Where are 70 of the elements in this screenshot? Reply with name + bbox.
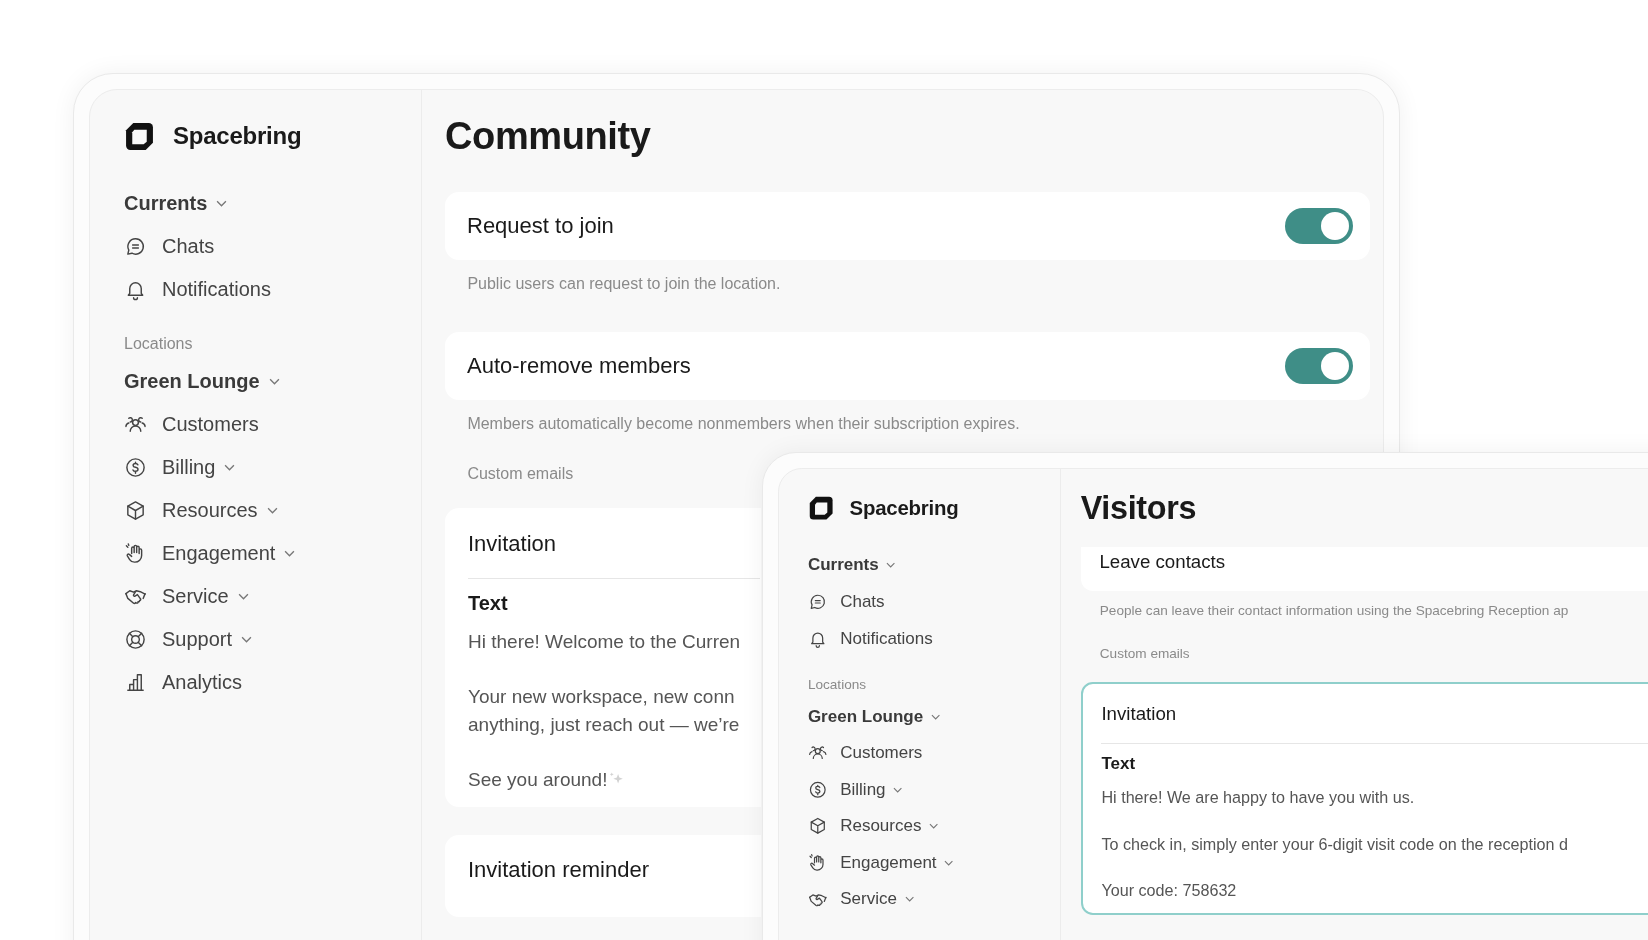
caret-icon (266, 506, 278, 514)
nav-item[interactable]: Chats (124, 225, 215, 268)
dropdown-button[interactable]: Green Lounge (124, 359, 280, 403)
section-label: Custom emails (1099, 644, 1191, 663)
section-label: Locations (124, 333, 194, 354)
setting-label: Leave contacts (1099, 550, 1226, 573)
chat-bubble-icon (124, 235, 147, 258)
section-label: Custom emails (467, 464, 575, 485)
nav-item[interactable]: Notifications (807, 620, 933, 657)
cube-icon (124, 498, 147, 522)
nav-item[interactable]: Customers (807, 734, 923, 772)
field-label: Text (1101, 754, 1136, 775)
caret-icon (929, 823, 939, 830)
email-card[interactable]: Invitation reminder (445, 834, 761, 917)
dollar-coin-icon (807, 779, 828, 800)
caret-icon (930, 713, 941, 720)
logo-icon (124, 120, 155, 152)
caret-icon (893, 786, 903, 793)
logo-icon (807, 494, 835, 522)
nav-item[interactable]: Billing (124, 445, 236, 489)
lifebuoy-icon (124, 627, 147, 651)
nav-item[interactable]: Service (807, 881, 914, 918)
email-text: See you around! (468, 768, 608, 793)
email-title: Invitation (468, 530, 557, 557)
nav-item[interactable]: Customers (124, 402, 259, 446)
setting-label: Auto-remove members (467, 353, 691, 379)
email-text: Hi there! Welcome to the Curren (468, 630, 741, 655)
email-text: Hi there! We are happy to have you with us. (1101, 786, 1415, 808)
caret-icon (886, 562, 896, 569)
section-label: Locations (807, 676, 868, 695)
toggle-switch[interactable] (1285, 208, 1353, 244)
page-title: Visitors (1080, 489, 1197, 527)
caret-icon (241, 635, 253, 643)
setting-description: People can leave their contact information using the Spacebring Reception ap (1099, 601, 1570, 620)
setting-description: Public users can request to join the location. (467, 274, 782, 294)
nav-item[interactable]: Resources (124, 488, 278, 532)
field-label: Text (468, 591, 508, 615)
email-text: To check in, simply enter your 6-digit visit code on the reception d (1101, 833, 1568, 855)
nav-item[interactable]: Notifications (124, 268, 271, 311)
nav-item[interactable]: Service (124, 574, 249, 618)
caret-icon (284, 549, 296, 557)
nav-item[interactable]: Resources (807, 807, 939, 845)
nav-item[interactable]: Analytics (124, 660, 243, 704)
dropdown-button[interactable]: Currents (124, 182, 228, 225)
email-card[interactable]: Invitation Text Hi there! Welcome to the Curren Your new workspace, new conn anything, just reach out — we’re See you around! (445, 508, 761, 807)
setting-label: Request to join (467, 213, 614, 239)
dollar-coin-icon (124, 455, 147, 479)
caret-icon (904, 896, 914, 903)
email-title: Invitation (1101, 702, 1177, 725)
brand-name: Spacebring (849, 496, 959, 520)
caret-icon (268, 377, 280, 385)
caret-icon (944, 859, 954, 866)
email-card[interactable]: Invitation Text Hi there! We are happy to have you with us. To check in, simply enter your 6-digit visit code on the reception d Your code: 758632 (1080, 682, 1648, 915)
email-text: Your code: 758632 (1101, 880, 1237, 902)
dropdown-button[interactable]: Currents (807, 547, 896, 584)
nav-item[interactable]: Chats (807, 583, 885, 621)
nav-item[interactable]: Billing (807, 771, 903, 808)
setting-description: Members automatically become nonmembers when their subscription expires. (467, 414, 1021, 434)
caret-icon (237, 592, 249, 600)
toggle-switch[interactable] (1285, 348, 1353, 384)
dropdown-button[interactable]: Green Lounge (807, 698, 941, 735)
nav-item[interactable]: Support (124, 617, 253, 661)
nav-item[interactable]: Engagement (124, 531, 296, 575)
caret-icon (216, 200, 228, 207)
nav-item[interactable]: Engagement (807, 844, 954, 881)
page-title: Community (445, 114, 651, 158)
caret-icon (224, 463, 236, 471)
brand-name: Spacebring (173, 122, 302, 150)
email-title: Invitation reminder (468, 856, 649, 883)
email-text: Your new workspace, new conn anything, just reach out — we’re (468, 685, 740, 737)
